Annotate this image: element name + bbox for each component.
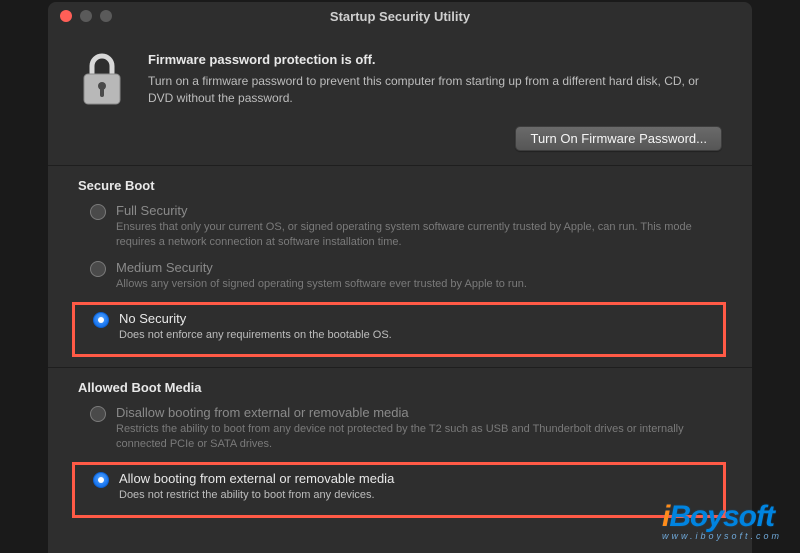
- option-text: No Security Does not enforce any require…: [119, 311, 719, 343]
- option-desc: Restricts the ability to boot from any d…: [116, 422, 722, 452]
- radio-full-security[interactable]: Full Security Ensures that only your cur…: [78, 201, 722, 258]
- option-label: Disallow booting from external or remova…: [116, 405, 722, 420]
- option-desc: Ensures that only your current OS, or si…: [116, 220, 722, 250]
- option-label: Allow booting from external or removable…: [119, 471, 719, 486]
- option-label: No Security: [119, 311, 719, 326]
- radio-medium-security[interactable]: Medium Security Allows any version of si…: [78, 258, 722, 300]
- window: Startup Security Utility Firmware passwo…: [48, 2, 752, 553]
- radio-icon: [90, 261, 106, 277]
- boot-media-title: Allowed Boot Media: [78, 380, 722, 395]
- highlight-allow-external: Allow booting from external or removable…: [72, 462, 726, 518]
- highlight-no-security: No Security Does not enforce any require…: [72, 302, 726, 358]
- close-button[interactable]: [60, 10, 72, 22]
- firmware-section: Firmware password protection is off. Tur…: [70, 44, 730, 126]
- maximize-button[interactable]: [100, 10, 112, 22]
- watermark: iBoysoft www.iboysoft.com: [662, 500, 782, 541]
- option-text: Medium Security Allows any version of si…: [116, 260, 722, 292]
- lock-icon: [78, 52, 126, 110]
- titlebar: Startup Security Utility: [48, 2, 752, 30]
- firmware-heading: Firmware password protection is off.: [148, 52, 722, 67]
- option-desc: Allows any version of signed operating s…: [116, 277, 722, 292]
- option-label: Medium Security: [116, 260, 722, 275]
- option-desc: Does not enforce any requirements on the…: [119, 328, 719, 343]
- secure-boot-section: Secure Boot Full Security Ensures that o…: [70, 166, 730, 367]
- boot-media-section: Allowed Boot Media Disallow booting from…: [70, 368, 730, 528]
- firmware-description: Turn on a firmware password to prevent t…: [148, 73, 722, 107]
- secure-boot-title: Secure Boot: [78, 178, 722, 193]
- watermark-brand: iBoysoft: [662, 500, 782, 534]
- radio-icon: [90, 406, 106, 422]
- firmware-button-row: Turn On Firmware Password...: [70, 126, 730, 165]
- option-text: Disallow booting from external or remova…: [116, 405, 722, 452]
- radio-allow-external[interactable]: Allow booting from external or removable…: [93, 469, 719, 511]
- window-title: Startup Security Utility: [48, 9, 752, 24]
- radio-icon: [90, 204, 106, 220]
- option-text: Allow booting from external or removable…: [119, 471, 719, 503]
- traffic-lights: [60, 10, 112, 22]
- watermark-url: www.iboysoft.com: [662, 531, 782, 541]
- radio-disallow-external[interactable]: Disallow booting from external or remova…: [78, 403, 722, 460]
- content: Firmware password protection is off. Tur…: [48, 30, 752, 528]
- radio-icon-selected: [93, 472, 109, 488]
- option-text: Full Security Ensures that only your cur…: [116, 203, 722, 250]
- firmware-text: Firmware password protection is off. Tur…: [148, 52, 722, 110]
- radio-no-security[interactable]: No Security Does not enforce any require…: [93, 309, 719, 351]
- minimize-button[interactable]: [80, 10, 92, 22]
- radio-icon-selected: [93, 312, 109, 328]
- option-label: Full Security: [116, 203, 722, 218]
- turn-on-firmware-password-button[interactable]: Turn On Firmware Password...: [515, 126, 722, 151]
- option-desc: Does not restrict the ability to boot fr…: [119, 488, 719, 503]
